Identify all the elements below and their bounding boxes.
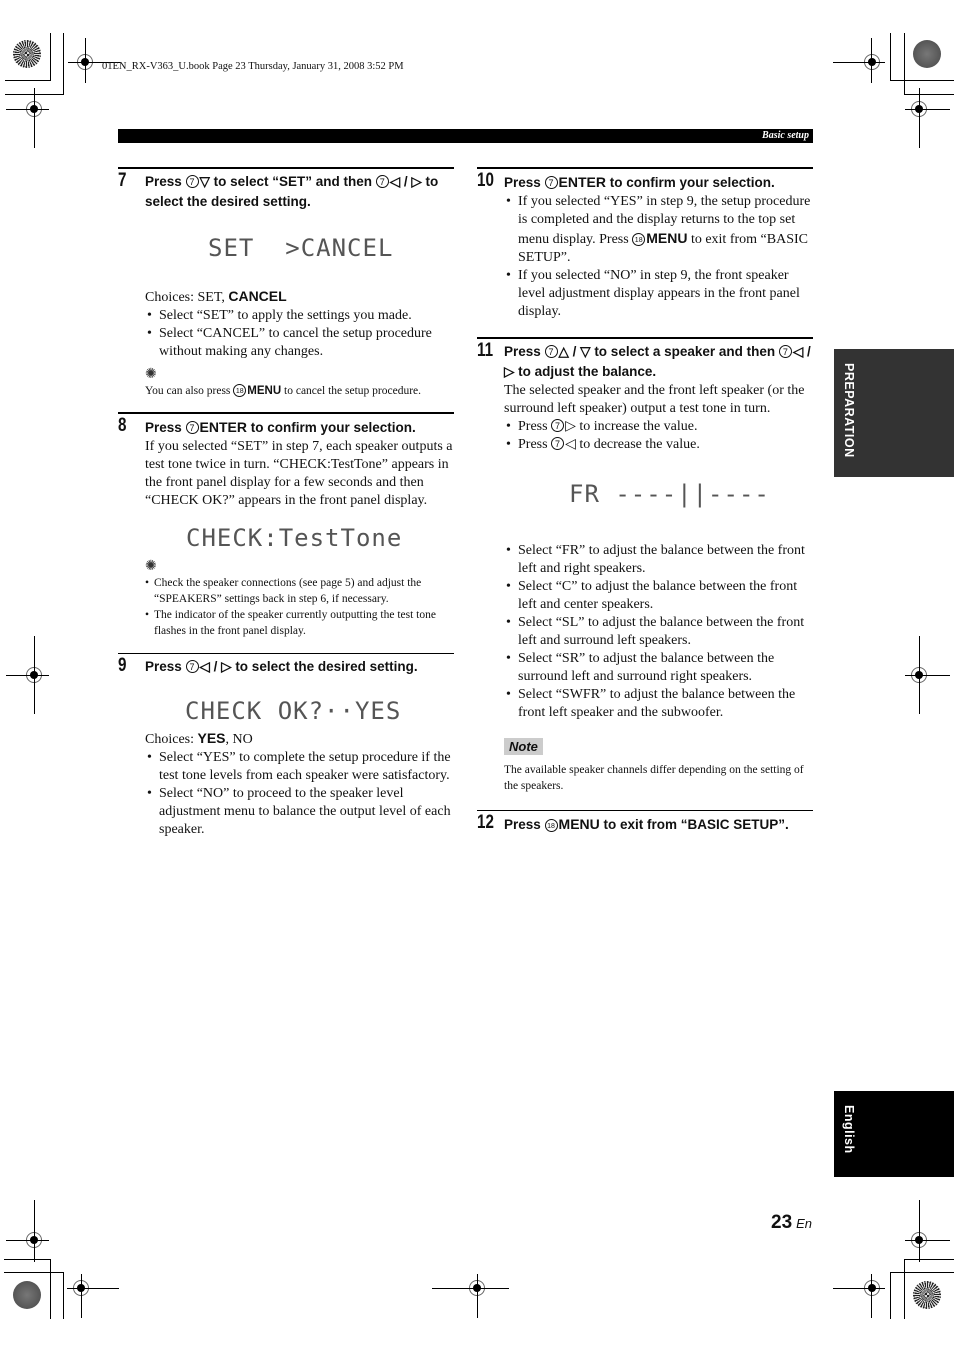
front-panel-display: SET >CANCEL xyxy=(208,234,394,262)
section-header-bar: Basic setup xyxy=(118,129,813,143)
key-7-icon: 7 xyxy=(551,437,565,450)
front-panel-display: CHECK OK?··YES xyxy=(185,697,402,725)
step-12: 12 Press 18 MENU to exit from “BASIC SETU… xyxy=(477,811,813,835)
key-7-icon: 7 xyxy=(544,345,558,358)
key-7-icon: 7 xyxy=(185,421,199,434)
step-number: 12 xyxy=(477,812,494,833)
registration-disc-icon xyxy=(913,40,941,68)
step-number: 8 xyxy=(118,415,127,436)
step-title: Press 7 ENTER to confirm your selection. xyxy=(145,419,416,435)
section-header-title: Basic setup xyxy=(762,130,809,141)
key-7-icon: 7 xyxy=(185,175,199,188)
list-item: If you selected “YES” in step 9, the set… xyxy=(504,193,813,267)
front-panel-display: CHECK:TestTone xyxy=(186,524,403,552)
step-title: Press 18 MENU to exit from “BASIC SETUP”. xyxy=(504,816,789,832)
list-item: Select “YES” to complete the setup proce… xyxy=(145,749,454,785)
registration-disc-icon xyxy=(13,1281,41,1309)
step-title: Press 7 ENTER to confirm your selection. xyxy=(504,174,775,190)
step-number: 7 xyxy=(118,170,127,191)
step-title: Press 7 ◁ / ▷ to select the desired setti… xyxy=(145,659,418,674)
tip-icon: ✺ xyxy=(145,367,157,382)
key-7-icon: 7 xyxy=(185,660,199,673)
right-column: 10 Press 7 ENTER to confirm your selectio… xyxy=(477,167,813,835)
key-7-icon: 7 xyxy=(778,345,792,358)
tip-list: Check the speaker connections (see page … xyxy=(145,575,454,639)
side-tab-english: English xyxy=(834,1091,954,1177)
step-number: 11 xyxy=(477,340,494,361)
tip-text: You can also press 18 MENU to cancel the … xyxy=(145,384,422,397)
list-item: Check the speaker connections (see page … xyxy=(145,575,454,607)
step-number: 10 xyxy=(477,170,494,191)
note: Note The available speaker channels diff… xyxy=(504,738,813,794)
key-18-icon: 18 xyxy=(233,384,247,397)
list-item: Press 7▷ to increase the value. xyxy=(504,418,813,436)
list-item: Select “FR” to adjust the balance betwee… xyxy=(504,542,813,578)
bullet-list: If you selected “YES” in step 9, the set… xyxy=(504,193,813,321)
choices: Choices: SET, CANCEL xyxy=(145,288,287,305)
front-panel-display: FR ----||---- xyxy=(569,480,770,508)
key-7-icon: 7 xyxy=(375,175,389,188)
step-11: 11 Press 7 △ / ▽ to select a speaker and … xyxy=(477,339,813,722)
step-8: 8 Press 7 ENTER to confirm your selection… xyxy=(118,414,454,639)
list-item: Select “NO” to proceed to the speaker le… xyxy=(145,785,454,839)
registration-disc-icon xyxy=(13,40,41,68)
step-number: 9 xyxy=(118,655,127,676)
file-header: 01EN_RX-V363_U.book Page 23 Thursday, Ja… xyxy=(102,61,404,72)
key-18-icon: 18 xyxy=(544,819,558,832)
step-title: Press 7 △ / ▽ to select a speaker and the… xyxy=(504,344,811,379)
page-number: 23 En xyxy=(771,1212,813,1233)
step-7: 7 Press 7 ▽ to select “SET” and then 7 ◁ /… xyxy=(118,169,454,399)
bullet-list: Select “YES” to complete the setup proce… xyxy=(145,749,454,839)
note-label: Note xyxy=(504,738,543,755)
step-body: The selected speaker and the front left … xyxy=(504,383,805,416)
left-column: 7 Press 7 ▽ to select “SET” and then 7 ◁ /… xyxy=(118,167,454,839)
bullet-list: Press 7▷ to increase the value. Press 7◁… xyxy=(504,418,813,454)
list-item: Select “SWFR” to adjust the balance betw… xyxy=(504,686,813,722)
tip-icon: ✺ xyxy=(145,559,157,574)
bullet-list: Select “FR” to adjust the balance betwee… xyxy=(504,542,813,722)
step-9: 9 Press 7 ◁ / ▷ to select the desired set… xyxy=(118,654,454,839)
side-tab-preparation: PREPARATION xyxy=(834,349,954,477)
step-body: If you selected “SET” in step 7, each sp… xyxy=(145,439,453,508)
choices: Choices: YES, NO xyxy=(145,730,253,747)
list-item: Select “CANCEL” to cancel the setup proc… xyxy=(145,325,454,361)
key-7-icon: 7 xyxy=(544,176,558,189)
list-item: Select “SL” to adjust the balance betwee… xyxy=(504,614,813,650)
key-18-icon: 18 xyxy=(632,233,646,246)
list-item: Select “SET” to apply the settings you m… xyxy=(145,307,454,325)
list-item: Press 7◁ to decrease the value. xyxy=(504,436,813,454)
list-item: The indicator of the speaker currently o… xyxy=(145,607,454,639)
step-10: 10 Press 7 ENTER to confirm your selectio… xyxy=(477,169,813,321)
bullet-list: Select “SET” to apply the settings you m… xyxy=(145,307,454,361)
list-item: Select “C” to adjust the balance between… xyxy=(504,578,813,614)
key-7-icon: 7 xyxy=(551,419,565,432)
list-item: Select “SR” to adjust the balance betwee… xyxy=(504,650,813,686)
note-text: The available speaker channels differ de… xyxy=(504,764,804,792)
list-item: If you selected “NO” in step 9, the fron… xyxy=(504,267,813,321)
step-title: Press 7 ▽ to select “SET” and then 7 ◁ / ▷… xyxy=(145,174,439,209)
registration-disc-icon xyxy=(913,1281,941,1309)
